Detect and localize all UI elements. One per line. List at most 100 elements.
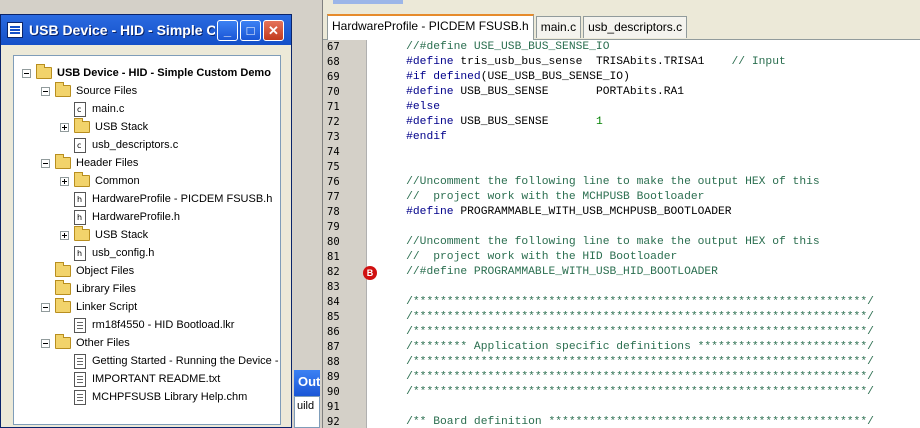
line-number: 84 xyxy=(327,296,340,308)
tree-item[interactable]: usb_config.h xyxy=(60,244,154,262)
line-number: 70 xyxy=(327,86,340,98)
tree-item[interactable]: Other Files xyxy=(41,334,130,352)
line-number: 79 xyxy=(327,221,340,233)
code-line[interactable]: #define tris_usb_bus_sense TRISAbits.TRI… xyxy=(379,55,786,70)
expand-plus-icon[interactable] xyxy=(60,230,69,240)
collapse-minus-icon[interactable] xyxy=(41,338,50,348)
code-token: USB_BUS_SENSE xyxy=(453,116,596,128)
line-number: 68 xyxy=(327,56,340,68)
maximize-button[interactable]: □ xyxy=(240,19,261,41)
document-icon xyxy=(74,317,86,333)
code-line[interactable]: #define PROGRAMMABLE_WITH_USB_MCHPUSB_BO… xyxy=(379,205,732,220)
code-comment: /***************************************… xyxy=(379,371,874,383)
tree-item[interactable]: USB Stack xyxy=(60,118,148,136)
minimize-button[interactable]: _ xyxy=(217,19,238,41)
tree-item-label: USB Device - HID - Simple Custom Demo xyxy=(57,67,271,79)
code-editor: HardwareProfile - PICDEM FSUSB.h main.c us… xyxy=(322,0,920,428)
code-line[interactable]: //Uncomment the following line to make t… xyxy=(379,175,820,190)
folder-icon xyxy=(74,172,90,187)
collapse-minus-icon[interactable] xyxy=(22,68,31,78)
tree-item[interactable]: USB Stack xyxy=(60,226,148,244)
code-line[interactable]: //Uncomment the following line to make t… xyxy=(379,235,820,250)
code-line[interactable]: /** Board definition *******************… xyxy=(379,415,874,428)
tree-item[interactable]: Getting Started - Running the Device - xyxy=(60,352,278,370)
folder-icon xyxy=(55,82,71,97)
line-number: 87 xyxy=(327,341,340,353)
tree-item[interactable]: usb_descriptors.c xyxy=(60,136,178,154)
project-window-title: USB Device - HID - Simple C... xyxy=(29,22,215,38)
expand-plus-icon[interactable] xyxy=(60,122,69,132)
code-comment: //Uncomment the following line to make t… xyxy=(379,236,820,248)
tree-item[interactable]: rm18f4550 - HID Bootload.lkr xyxy=(60,316,234,334)
code-line[interactable]: /***************************************… xyxy=(379,370,874,385)
code-line[interactable]: //#define PROGRAMMABLE_WITH_USB_HID_BOOT… xyxy=(379,265,718,280)
folder-icon xyxy=(55,154,71,169)
line-number: 88 xyxy=(327,356,340,368)
document-icon xyxy=(74,389,86,405)
header-file-icon xyxy=(74,191,86,207)
tree-item[interactable]: Source Files xyxy=(41,82,137,100)
code-line[interactable]: /***************************************… xyxy=(379,325,874,340)
output-window-titlebar[interactable]: Out xyxy=(294,370,320,396)
tree-item[interactable]: Library Files xyxy=(41,280,136,298)
tree-item-label: USB Stack xyxy=(95,229,149,241)
folder-icon xyxy=(74,226,90,241)
line-number: 81 xyxy=(327,251,340,263)
code-token: PROGRAMMABLE_WITH_USB_MCHPUSB_BOOTLOADER xyxy=(453,206,732,218)
code-line[interactable]: // project work with the MCHPUSB Bootloa… xyxy=(379,190,704,205)
output-tab-label[interactable]: uild xyxy=(297,400,314,412)
editor-tab[interactable]: HardwareProfile - PICDEM FSUSB.h xyxy=(327,14,534,40)
line-number-gutter[interactable]: 67 68 69 70 71 72 73 74 75 76 77 78 79 80 81 82 B 83 84 85 8… xyxy=(323,40,377,428)
project-window-titlebar[interactable]: USB Device - HID - Simple C... _ □ ✕ xyxy=(1,15,291,45)
tree-item[interactable]: Header Files xyxy=(41,154,138,172)
code-line[interactable]: /***************************************… xyxy=(379,385,874,400)
collapse-minus-icon[interactable] xyxy=(41,158,50,168)
code-line[interactable]: /***************************************… xyxy=(379,355,874,370)
tree-item[interactable]: IMPORTANT README.txt xyxy=(60,370,220,388)
code-line[interactable]: /******** Application specific definitio… xyxy=(379,340,874,355)
tree-item[interactable]: HardwareProfile - PICDEM FSUSB.h xyxy=(60,190,272,208)
project-window: USB Device - HID - Simple C... _ □ ✕ USB… xyxy=(0,14,292,428)
code-area[interactable]: //#define USE_USB_BUS_SENSE_IO #define t… xyxy=(379,40,920,428)
tree-item-label: Source Files xyxy=(76,85,138,97)
tree-item[interactable]: Common xyxy=(60,172,140,190)
editor-tab[interactable]: main.c xyxy=(535,16,582,38)
tree-item[interactable]: main.c xyxy=(60,100,124,118)
code-line[interactable]: //#define USE_USB_BUS_SENSE_IO xyxy=(379,40,609,55)
line-number: 83 xyxy=(327,281,340,293)
tree-item[interactable]: Linker Script xyxy=(41,298,137,316)
header-file-icon xyxy=(74,209,86,225)
editor-tab[interactable]: usb_descriptors.c xyxy=(583,16,688,38)
folder-icon xyxy=(36,64,52,79)
code-directive: #endif xyxy=(379,131,447,143)
project-tree[interactable]: USB Device - HID - Simple Custom Demo Sou… xyxy=(13,55,281,425)
code-line[interactable]: #define USB_BUS_SENSE PORTAbits.RA1 xyxy=(379,85,684,100)
code-comment: //#define PROGRAMMABLE_WITH_USB_HID_BOOT… xyxy=(379,266,718,278)
code-comment: /***************************************… xyxy=(379,296,874,308)
code-line[interactable]: /***************************************… xyxy=(379,295,874,310)
code-line[interactable]: #endif xyxy=(379,130,447,145)
collapse-minus-icon[interactable] xyxy=(41,302,50,312)
folder-icon xyxy=(55,280,71,295)
breakpoint-icon[interactable]: B xyxy=(363,266,377,280)
tree-item[interactable]: Object Files xyxy=(41,262,134,280)
tree-item[interactable]: HardwareProfile.h xyxy=(60,208,180,226)
code-line[interactable]: #define USB_BUS_SENSE 1 xyxy=(379,115,603,130)
expand-plus-icon[interactable] xyxy=(60,176,69,186)
tree-item[interactable]: MCHPFSUSB Library Help.chm xyxy=(60,388,247,406)
code-directive: #if defined xyxy=(379,71,481,83)
line-number: 72 xyxy=(327,116,340,128)
output-window-body: uild xyxy=(294,396,320,428)
tree-item-label: Library Files xyxy=(76,283,136,295)
line-number: 74 xyxy=(327,146,340,158)
tree-item[interactable]: USB Device - HID - Simple Custom Demo xyxy=(22,64,271,82)
collapse-minus-icon[interactable] xyxy=(41,86,50,96)
code-line[interactable]: #else xyxy=(379,100,440,115)
code-directive: #define xyxy=(379,206,454,218)
close-button[interactable]: ✕ xyxy=(263,19,284,41)
code-line[interactable]: // project work with the HID Bootloader xyxy=(379,250,677,265)
code-line[interactable]: /***************************************… xyxy=(379,310,874,325)
code-line[interactable]: #if defined(USE_USB_BUS_SENSE_IO) xyxy=(379,70,630,85)
tree-item-label: MCHPFSUSB Library Help.chm xyxy=(92,391,248,403)
code-comment: //Uncomment the following line to make t… xyxy=(379,176,820,188)
